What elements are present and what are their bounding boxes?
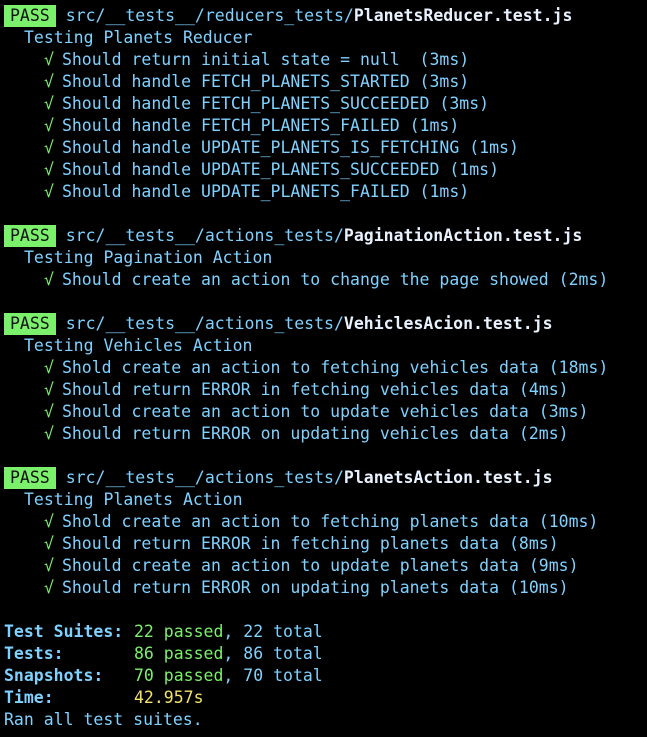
describe-block-title: Testing Pagination Action bbox=[24, 248, 273, 267]
suite-header: PASS src/__tests__/actions_tests/PlanetsA… bbox=[0, 467, 647, 489]
pass-badge: PASS bbox=[4, 313, 56, 335]
terminal-output: PASS src/__tests__/reducers_tests/Planets… bbox=[0, 0, 647, 737]
check-icon: √ bbox=[44, 578, 54, 597]
test-name: Should handle FETCH_PLANETS_SUCCEEDED (3… bbox=[61, 94, 490, 113]
summary-time-value: 42.957s bbox=[134, 688, 204, 707]
summary-tests-line: Tests: 86 passed, 86 total bbox=[0, 643, 647, 665]
test-name: Should handle FETCH_PLANETS_FAILED (1ms) bbox=[61, 116, 460, 135]
test-name: Should create an action to change the pa… bbox=[61, 270, 609, 289]
describe-block-title: Testing Planets Action bbox=[24, 490, 243, 509]
test-file-name: PlanetsReducer.test.js bbox=[353, 6, 573, 25]
test-result-line: √ Should create an action to change the p… bbox=[0, 269, 647, 291]
test-file-path: src/__tests__/actions_tests/ bbox=[65, 468, 344, 487]
summary-suites-label: Test Suites: bbox=[4, 622, 124, 641]
test-result-line: √ Should return ERROR in fetching planets… bbox=[0, 533, 647, 555]
test-name: Should create an action to update vehicl… bbox=[61, 402, 589, 421]
test-name: Should create an action to update planet… bbox=[61, 556, 579, 575]
summary-snapshots-total: , 70 total bbox=[223, 666, 323, 685]
describe-block-title: Testing Planets Reducer bbox=[24, 28, 253, 47]
summary-tests-passed: 86 passed bbox=[134, 644, 224, 663]
test-name: Should handle UPDATE_PLANETS_SUCCEEDED (… bbox=[61, 160, 500, 179]
test-name: Should return ERROR in fetching planets … bbox=[61, 534, 559, 553]
summary-snapshots-passed: 70 passed bbox=[134, 666, 224, 685]
check-icon: √ bbox=[44, 160, 54, 179]
summary-time-label: Time: bbox=[4, 688, 54, 707]
summary-suites-passed: 22 passed bbox=[134, 622, 224, 641]
suite-header: PASS src/__tests__/actions_tests/Vehicles… bbox=[0, 313, 647, 335]
test-result-line: √ Should create an action to update vehic… bbox=[0, 401, 647, 423]
summary-suites-total: , 22 total bbox=[223, 622, 323, 641]
summary-time-line: Time: 42.957s bbox=[0, 687, 647, 709]
check-icon: √ bbox=[44, 116, 54, 135]
test-name: Should handle UPDATE_PLANETS_IS_FETCHING… bbox=[61, 138, 519, 157]
check-icon: √ bbox=[44, 512, 54, 531]
summary-tests-total: , 86 total bbox=[223, 644, 323, 663]
test-result-line: √ Should handle UPDATE_PLANETS_FAILED (1m… bbox=[0, 181, 647, 203]
test-result-line: √ Should handle UPDATE_PLANETS_IS_FETCHIN… bbox=[0, 137, 647, 159]
test-file-name: PlanetsAction.test.js bbox=[343, 468, 553, 487]
test-name: Should return ERROR on updating vehicles… bbox=[61, 424, 569, 443]
summary-suites-line: Test Suites: 22 passed, 22 total bbox=[0, 621, 647, 643]
test-result-line: √ Should return ERROR on updating planets… bbox=[0, 577, 647, 599]
test-result-line: √ Should handle FETCH_PLANETS_FAILED (1ms… bbox=[0, 115, 647, 137]
test-result-line: √ Should handle UPDATE_PLANETS_SUCCEEDED … bbox=[0, 159, 647, 181]
describe-block-title: Testing Vehicles Action bbox=[24, 336, 253, 355]
check-icon: √ bbox=[44, 94, 54, 113]
test-result-line: √ Should return ERROR in fetching vehicle… bbox=[0, 379, 647, 401]
test-file-name: VehiclesAcion.test.js bbox=[343, 314, 553, 333]
suite-header: PASS src/__tests__/reducers_tests/Planets… bbox=[0, 5, 647, 27]
check-icon: √ bbox=[44, 50, 54, 69]
test-file-path: src/__tests__/reducers_tests/ bbox=[65, 6, 354, 25]
pass-badge: PASS bbox=[4, 467, 56, 489]
pass-badge: PASS bbox=[4, 5, 56, 27]
test-name: Should return ERROR on updating planets … bbox=[61, 578, 569, 597]
check-icon: √ bbox=[44, 182, 54, 201]
test-result-line: √ Should handle FETCH_PLANETS_SUCCEEDED (… bbox=[0, 93, 647, 115]
check-icon: √ bbox=[44, 72, 54, 91]
test-file-name: PaginationAction.test.js bbox=[343, 226, 583, 245]
test-result-line: √ Should return initial state = null (3ms… bbox=[0, 49, 647, 71]
test-result-line: √ Shold create an action to fetching vehi… bbox=[0, 357, 647, 379]
check-icon: √ bbox=[44, 424, 54, 443]
summary-snapshots-line: Snapshots: 70 passed, 70 total bbox=[0, 665, 647, 687]
test-result-line: √ Should handle FETCH_PLANETS_STARTED (3m… bbox=[0, 71, 647, 93]
check-icon: √ bbox=[44, 534, 54, 553]
summary-snapshots-label: Snapshots: bbox=[4, 666, 104, 685]
test-name: Should return ERROR in fetching vehicles… bbox=[61, 380, 569, 399]
test-result-line: √ Should create an action to update plane… bbox=[0, 555, 647, 577]
check-icon: √ bbox=[44, 380, 54, 399]
test-name: Should handle UPDATE_PLANETS_FAILED (1ms… bbox=[61, 182, 470, 201]
test-file-path: src/__tests__/actions_tests/ bbox=[65, 314, 344, 333]
summary-tests-label: Tests: bbox=[4, 644, 64, 663]
pass-badge: PASS bbox=[4, 225, 56, 247]
test-name: Should return initial state = null (3ms) bbox=[61, 50, 470, 69]
test-name: Shold create an action to fetching plane… bbox=[61, 512, 599, 531]
check-icon: √ bbox=[44, 402, 54, 421]
test-name: Should handle FETCH_PLANETS_STARTED (3ms… bbox=[61, 72, 470, 91]
check-icon: √ bbox=[44, 556, 54, 575]
summary-footer: Ran all test suites. bbox=[4, 710, 203, 729]
test-file-path: src/__tests__/actions_tests/ bbox=[65, 226, 344, 245]
check-icon: √ bbox=[44, 270, 54, 289]
test-result-line: √ Should return ERROR on updating vehicle… bbox=[0, 423, 647, 445]
test-result-line: √ Shold create an action to fetching plan… bbox=[0, 511, 647, 533]
test-name: Shold create an action to fetching vehic… bbox=[61, 358, 609, 377]
suite-header: PASS src/__tests__/actions_tests/Paginati… bbox=[0, 225, 647, 247]
check-icon: √ bbox=[44, 138, 54, 157]
check-icon: √ bbox=[44, 358, 54, 377]
